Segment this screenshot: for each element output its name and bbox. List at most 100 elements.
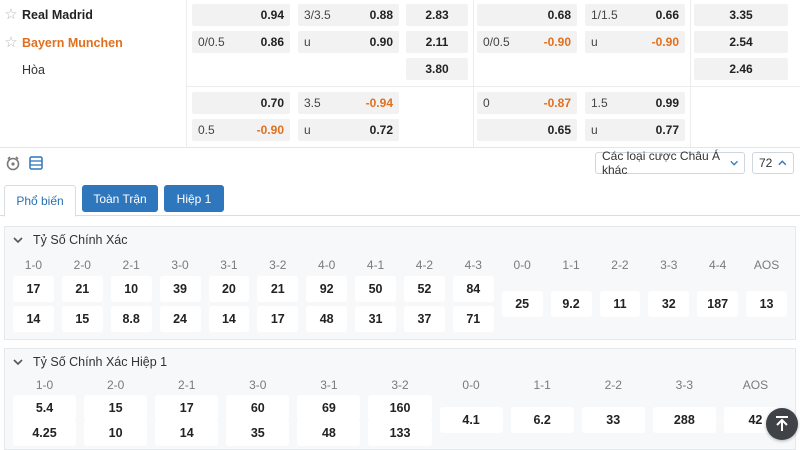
draw-row: ☆ Hòa [0,56,45,84]
stats-icon[interactable] [4,154,22,172]
score-odds-cell[interactable]: 33 [581,407,645,433]
odds-line: 1/1.5 [591,8,618,22]
score-odds-cell[interactable]: 17 [13,276,54,302]
score-odds-cell[interactable]: 92 [306,276,348,302]
score-odds-cell[interactable]: 15 [84,395,148,421]
score-label: 1-0 [24,258,43,272]
odds-cell-alt-h1-hdp-home[interactable]: 0 -0.87 [477,92,577,114]
odds-price: 3.35 [729,8,753,22]
section-header[interactable]: Tỷ Số Chính Xác [5,227,128,253]
odds-cell-h1-ou-over[interactable]: 1/1.5 0.66 [585,4,685,26]
score-odds-cell[interactable]: 69 [297,395,361,421]
scroll-top-button[interactable] [766,408,798,440]
score-odds-cell[interactable]: 52 [404,276,445,302]
tab-popular[interactable]: Phổ biến [4,185,76,217]
score-odds-cell[interactable]: 13 [746,291,787,317]
odds-cell-ft-ou-over[interactable]: 3/3.5 0.88 [298,4,399,26]
odds-price: 0.99 [655,96,679,110]
score-odds-cell[interactable]: 11 [599,291,641,317]
score-odds-cell[interactable]: 5.4 [13,395,77,421]
odds-price: 0.94 [260,8,284,22]
score-odds-cell[interactable]: 37 [404,306,445,332]
odds-price: 0.66 [655,8,679,22]
odds-cell-h1-1x2-draw[interactable]: 2.46 [694,58,788,80]
odds-cell-ft-hdp-home[interactable]: 0.94 [192,4,290,26]
odds-cell-alt-ft-hdp-home[interactable]: 0.70 [192,92,290,114]
score-label: 3-2 [269,258,287,272]
odds-cell-ft-hdp-away[interactable]: 0/0.5 0.86 [192,31,290,53]
tab-half-1[interactable]: Hiệp 1 [164,185,224,212]
market-count-value: 72 [759,156,773,170]
odds-price: 2.54 [729,35,753,49]
odds-cell-h1-ou-under[interactable]: u -0.90 [585,31,685,53]
score-odds-cell[interactable]: 25 [501,291,543,317]
odds-cell-ft-ou-under[interactable]: u 0.90 [298,31,399,53]
odds-cell-ft-1x2-draw[interactable]: 3.80 [406,58,468,80]
score-odds-cell[interactable]: 20 [208,276,250,302]
score-odds-cell[interactable]: 17 [257,306,299,332]
score-label: 2-0 [106,378,125,392]
odds-line: u [304,123,311,137]
score-odds-cell[interactable]: 4.25 [13,420,77,446]
odds-cell-alt-ft-ou-under[interactable]: u 0.72 [298,119,399,141]
score-odds-cell[interactable]: 17 [155,395,219,421]
score-odds-cell[interactable]: 31 [355,306,396,332]
tab-full-match[interactable]: Toàn Trận [82,185,158,212]
score-odds-cell[interactable]: 39 [159,276,201,302]
score-odds-cell[interactable]: 32 [648,291,690,317]
score-odds-cell[interactable]: 24 [159,306,201,332]
odds-cell-h1-hdp-away[interactable]: 0/0.5 -0.90 [477,31,577,53]
list-icon[interactable] [27,154,45,172]
score-odds-cell[interactable]: 60 [226,395,290,421]
score-label: 3-1 [320,378,338,392]
market-type-select[interactable]: Các loại cược Châu Á khác [595,149,745,177]
score-odds-cell[interactable]: 10 [84,420,148,446]
team-home-name: Real Madrid [22,8,93,22]
score-odds-cell[interactable]: 50 [355,276,396,302]
odds-cell-h1-1x2-home[interactable]: 3.35 [694,4,788,26]
odds-cell-alt-h1-hdp-away[interactable]: 0.65 [477,119,577,141]
score-odds-cell[interactable]: 10 [110,276,152,302]
odds-line: 0.5 [198,123,215,137]
odds-cell-ft-1x2-home[interactable]: 2.83 [406,4,468,26]
star-icon[interactable]: ☆ [0,1,22,29]
score-odds-cell[interactable]: 4.1 [439,407,503,433]
section-header[interactable]: Tỷ Số Chính Xác Hiệp 1 [5,349,167,375]
star-icon[interactable]: ☆ [0,29,22,57]
odds-cell-alt-ft-ou-over[interactable]: 3.5 -0.94 [298,92,399,114]
score-odds-cell[interactable]: 15 [61,306,103,332]
score-odds-cell[interactable]: 8.8 [110,306,152,332]
chevron-down-icon [13,359,23,366]
score-odds-cell[interactable]: 71 [452,306,494,332]
score-odds-cell[interactable]: 288 [652,407,716,433]
odds-price: -0.90 [543,35,571,49]
odds-cell-alt-h1-ou-over[interactable]: 1.5 0.99 [585,92,685,114]
score-odds-cell[interactable]: 48 [306,306,348,332]
score-odds-cell[interactable]: 6.2 [510,407,574,433]
score-odds-cell[interactable]: 21 [61,276,103,302]
odds-cell-alt-h1-ou-under[interactable]: u 0.77 [585,119,685,141]
score-odds-cell[interactable]: 84 [452,276,494,302]
score-odds-cell[interactable]: 14 [208,306,250,332]
score-odds-cell[interactable]: 187 [697,291,739,317]
score-odds-cell[interactable]: 21 [257,276,299,302]
section-title: Tỷ Số Chính Xác Hiệp 1 [33,355,168,369]
column-divider [473,0,474,147]
score-odds-cell[interactable]: 14 [13,306,54,332]
row-divider [186,86,800,87]
score-odds-cell[interactable]: 9.2 [550,291,592,317]
tab-label: Hiệp 1 [176,191,212,206]
odds-cell-ft-1x2-away[interactable]: 2.11 [406,31,468,53]
score-odds-cell[interactable]: 35 [226,420,290,446]
odds-price: 2.46 [729,62,753,76]
score-label: 3-1 [220,258,238,272]
score-odds-cell[interactable]: 133 [368,420,432,446]
score-label: 0-0 [462,378,480,392]
score-odds-cell[interactable]: 14 [155,420,219,446]
odds-cell-h1-1x2-away[interactable]: 2.54 [694,31,788,53]
score-odds-cell[interactable]: 48 [297,420,361,446]
odds-cell-h1-hdp-home[interactable]: 0.68 [477,4,577,26]
market-count-select[interactable]: 72 [752,152,794,174]
odds-cell-alt-ft-hdp-away[interactable]: 0.5 -0.90 [192,119,290,141]
score-odds-cell[interactable]: 160 [368,395,432,421]
